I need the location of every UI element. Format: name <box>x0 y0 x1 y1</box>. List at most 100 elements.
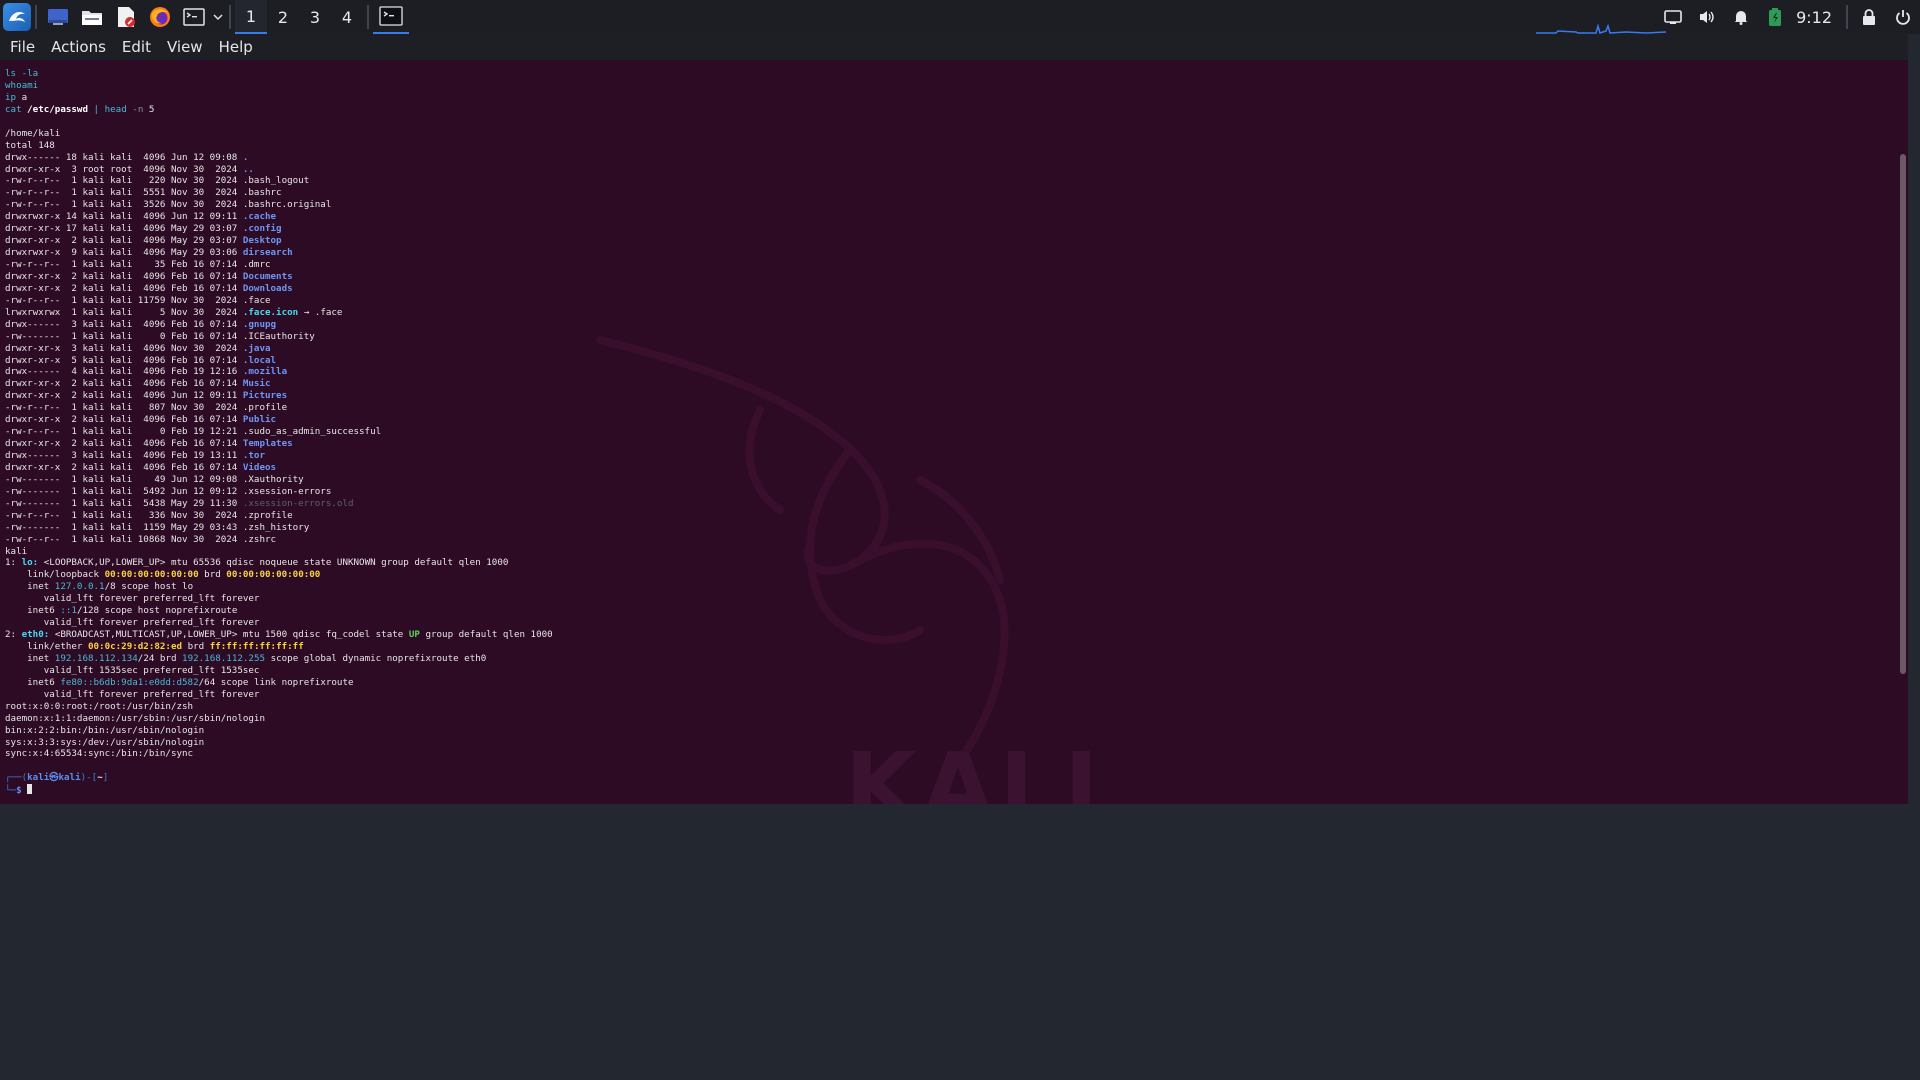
lock-screen-button[interactable] <box>1852 0 1886 34</box>
output-line: root:x:0:0:root:/root:/usr/bin/zsh <box>5 701 553 713</box>
volume-button[interactable] <box>1690 0 1724 34</box>
taskbar-terminal-window[interactable] <box>373 0 409 34</box>
terminal-text-segment: drwxr-xr-x 2 kali kali 4096 Feb 16 07:14 <box>5 270 243 282</box>
terminal-text-segment: . <box>242 151 249 163</box>
terminal-text-segment: <BROADCAST,MULTICAST,UP,LOWER_UP> mtu 15… <box>49 629 409 641</box>
terminal-text-segment: .cache <box>242 211 277 223</box>
terminal-text-segment: -rw-r--r-- 1 kali kali 10868 Nov 30 2024… <box>5 533 277 545</box>
terminal-area[interactable]: KALI ls -la whoami ip a cat /etc/passwd | h… <box>0 60 1908 804</box>
terminal-text-segment: bin:x:2:2:bin:/bin:/usr/sbin/nologin <box>5 724 205 736</box>
prompt-line: ┌──(kali㉿kali)-[~] <box>5 772 553 784</box>
terminal-text-segment: .mozilla <box>242 366 288 378</box>
output-line: drwxr-xr-x 2 kali kali 4096 Feb 16 07:14… <box>5 271 553 283</box>
terminal-text-segment: eth0: <box>21 629 50 641</box>
output-line: 2: eth0: <BROADCAST,MULTICAST,UP,LOWER_U… <box>5 629 553 641</box>
terminal-text-segment: /128 scope host noprefixroute <box>76 605 238 617</box>
output-line: daemon:x:1:1:daemon:/usr/sbin:/usr/sbin/… <box>5 713 553 725</box>
display-button[interactable] <box>1656 0 1690 34</box>
output-line: link/ether 00:0c:29:d2:82:ed brd ff:ff:f… <box>5 641 553 653</box>
power-manager-button[interactable] <box>1758 0 1792 34</box>
prompt-frame: ┌──( <box>5 772 28 784</box>
terminal-text-segment: 192.168.112.134 <box>54 652 138 664</box>
terminal-text-segment: a <box>16 91 28 103</box>
command-line: cat /etc/passwd | head -n 5 <box>5 104 553 116</box>
terminal-text-segment: -rw------- 1 kali kali 5492 Jun 12 09:12… <box>5 485 332 497</box>
text-editor-launcher[interactable] <box>109 0 143 34</box>
terminal-text-segment: lo: <box>21 557 39 569</box>
terminal-text-segment: Videos <box>242 461 277 473</box>
kali-menu-button[interactable] <box>0 0 31 34</box>
menu-actions[interactable]: Actions <box>47 38 112 56</box>
output-line: drwxr-xr-x 2 kali kali 4096 Feb 16 07:14… <box>5 438 553 450</box>
terminal-launcher[interactable] <box>177 0 211 34</box>
terminal-text-segment: .face.icon <box>242 306 299 318</box>
terminal-text-segment: /etc/passwd <box>21 103 88 115</box>
workspace-4[interactable]: 4 <box>331 0 363 34</box>
text-editor-icon <box>118 7 135 27</box>
terminal-text-segment: -rw-r--r-- 1 kali kali 35 Feb 16 07:14 .… <box>5 259 271 270</box>
system-tray: 9:12 <box>1656 0 1920 34</box>
terminal-text-segment: fe80::b6db:9da1:e0dd:d582 <box>60 676 199 688</box>
output-line: drwxr-xr-x 3 root root 4096 Nov 30 2024 … <box>5 164 553 176</box>
workspace-1[interactable]: 1 <box>235 0 267 34</box>
workspace-3[interactable]: 3 <box>299 0 331 34</box>
command-line: ls -la <box>5 68 553 80</box>
menu-help[interactable]: Help <box>215 38 259 56</box>
output-line: -rw-r--r-- 1 kali kali 3526 Nov 30 2024 … <box>5 199 553 211</box>
terminal-text-segment: .gnupg <box>242 318 277 330</box>
terminal-text-segment: sys:x:3:3:sys:/dev:/usr/sbin/nologin <box>5 736 205 748</box>
terminal-text-segment: UP <box>408 629 420 641</box>
output-line: drwxr-xr-x 2 kali kali 4096 Jun 12 09:11… <box>5 390 553 402</box>
terminal-text-segment: drwxr-xr-x 2 kali kali 4096 May 29 03:07 <box>5 235 243 247</box>
terminal-text-segment: sync:x:4:65534:sync:/bin:/bin/sync <box>5 748 194 760</box>
terminal-text-segment: valid_lft forever preferred_lft forever <box>5 593 260 605</box>
prompt-frame: └─ <box>5 785 17 797</box>
menu-edit[interactable]: Edit <box>118 38 157 56</box>
workspace-2[interactable]: 2 <box>267 0 299 34</box>
top-panel: 1 2 3 4 9:12 <box>0 0 1920 34</box>
terminal-text-segment: drwxr-xr-x 2 kali kali 4096 Jun 12 09:11 <box>5 390 243 402</box>
terminal-text-segment: daemon:x:1:1:daemon:/usr/sbin:/usr/sbin/… <box>5 712 265 724</box>
output-line: inet 127.0.0.1/8 scope host lo <box>5 581 553 593</box>
notifications-button[interactable] <box>1724 0 1758 34</box>
terminal-text-segment: drwxr-xr-x 2 kali kali 4096 Feb 16 07:14 <box>5 282 243 294</box>
terminal-text-segment: Public <box>242 414 277 426</box>
output-line: valid_lft forever preferred_lft forever <box>5 617 553 629</box>
terminal-launcher-dropdown[interactable] <box>211 0 225 34</box>
terminal-text-segment: brd <box>198 569 227 581</box>
output-line: /home/kali <box>5 128 553 140</box>
output-line: drwxrwxr-x 9 kali kali 4096 May 29 03:06… <box>5 247 553 259</box>
terminal-text-segment: <LOOPBACK,UP,LOWER_UP> mtu 65536 qdisc n… <box>38 557 509 569</box>
prompt-input-line[interactable]: └─$ <box>5 784 553 796</box>
panel-clock[interactable]: 9:12 <box>1792 8 1842 27</box>
terminal-text-segment: 00:00:00:00:00:00 <box>104 569 199 581</box>
output-line: -rw-r--r-- 1 kali kali 0 Feb 19 12:21 .s… <box>5 426 553 438</box>
terminal-text-segment: whoami <box>5 79 39 91</box>
output-line: -rw-r--r-- 1 kali kali 220 Nov 30 2024 .… <box>5 175 553 187</box>
terminal-text-segment: ff:ff:ff:ff:ff:ff <box>209 641 304 652</box>
firefox-launcher[interactable] <box>143 0 177 34</box>
output-line: total 148 <box>5 140 553 152</box>
menu-view[interactable]: View <box>163 38 209 56</box>
file-manager-launcher[interactable] <box>75 0 109 34</box>
terminal-text-segment: -n <box>126 103 149 115</box>
terminal-scrollbar[interactable] <box>1900 154 1906 674</box>
terminal-text-segment: /64 scope link noprefixroute <box>198 676 354 688</box>
terminal-text-segment: drwx------ 18 kali kali 4096 Jun 12 09:0… <box>5 151 243 163</box>
terminal-text-segment: -rw-r--r-- 1 kali kali 0 Feb 19 12:21 .s… <box>5 426 382 438</box>
terminal-text-segment: /8 scope host lo <box>104 581 194 593</box>
prompt-host: kali <box>58 772 81 784</box>
terminal-text-segment: -rw------- 1 kali kali 5438 May 29 11:30 <box>5 497 243 509</box>
terminal-menubar: File Actions Edit View Help <box>0 34 1908 60</box>
output-line: -rw------- 1 kali kali 0 Feb 16 07:14 .I… <box>5 331 553 343</box>
terminal-text-segment: cat <box>5 103 22 115</box>
terminal-text-segment: Documents <box>242 270 293 282</box>
terminal-text-segment: -rw------- 1 kali kali 0 Feb 16 07:14 .I… <box>5 330 315 342</box>
command-line: ip a <box>5 92 553 104</box>
menu-file[interactable]: File <box>6 38 41 56</box>
show-desktop-button[interactable] <box>41 0 75 34</box>
desktop-background <box>0 804 1920 1080</box>
logout-button[interactable] <box>1886 0 1920 34</box>
panel-separator <box>229 5 231 29</box>
